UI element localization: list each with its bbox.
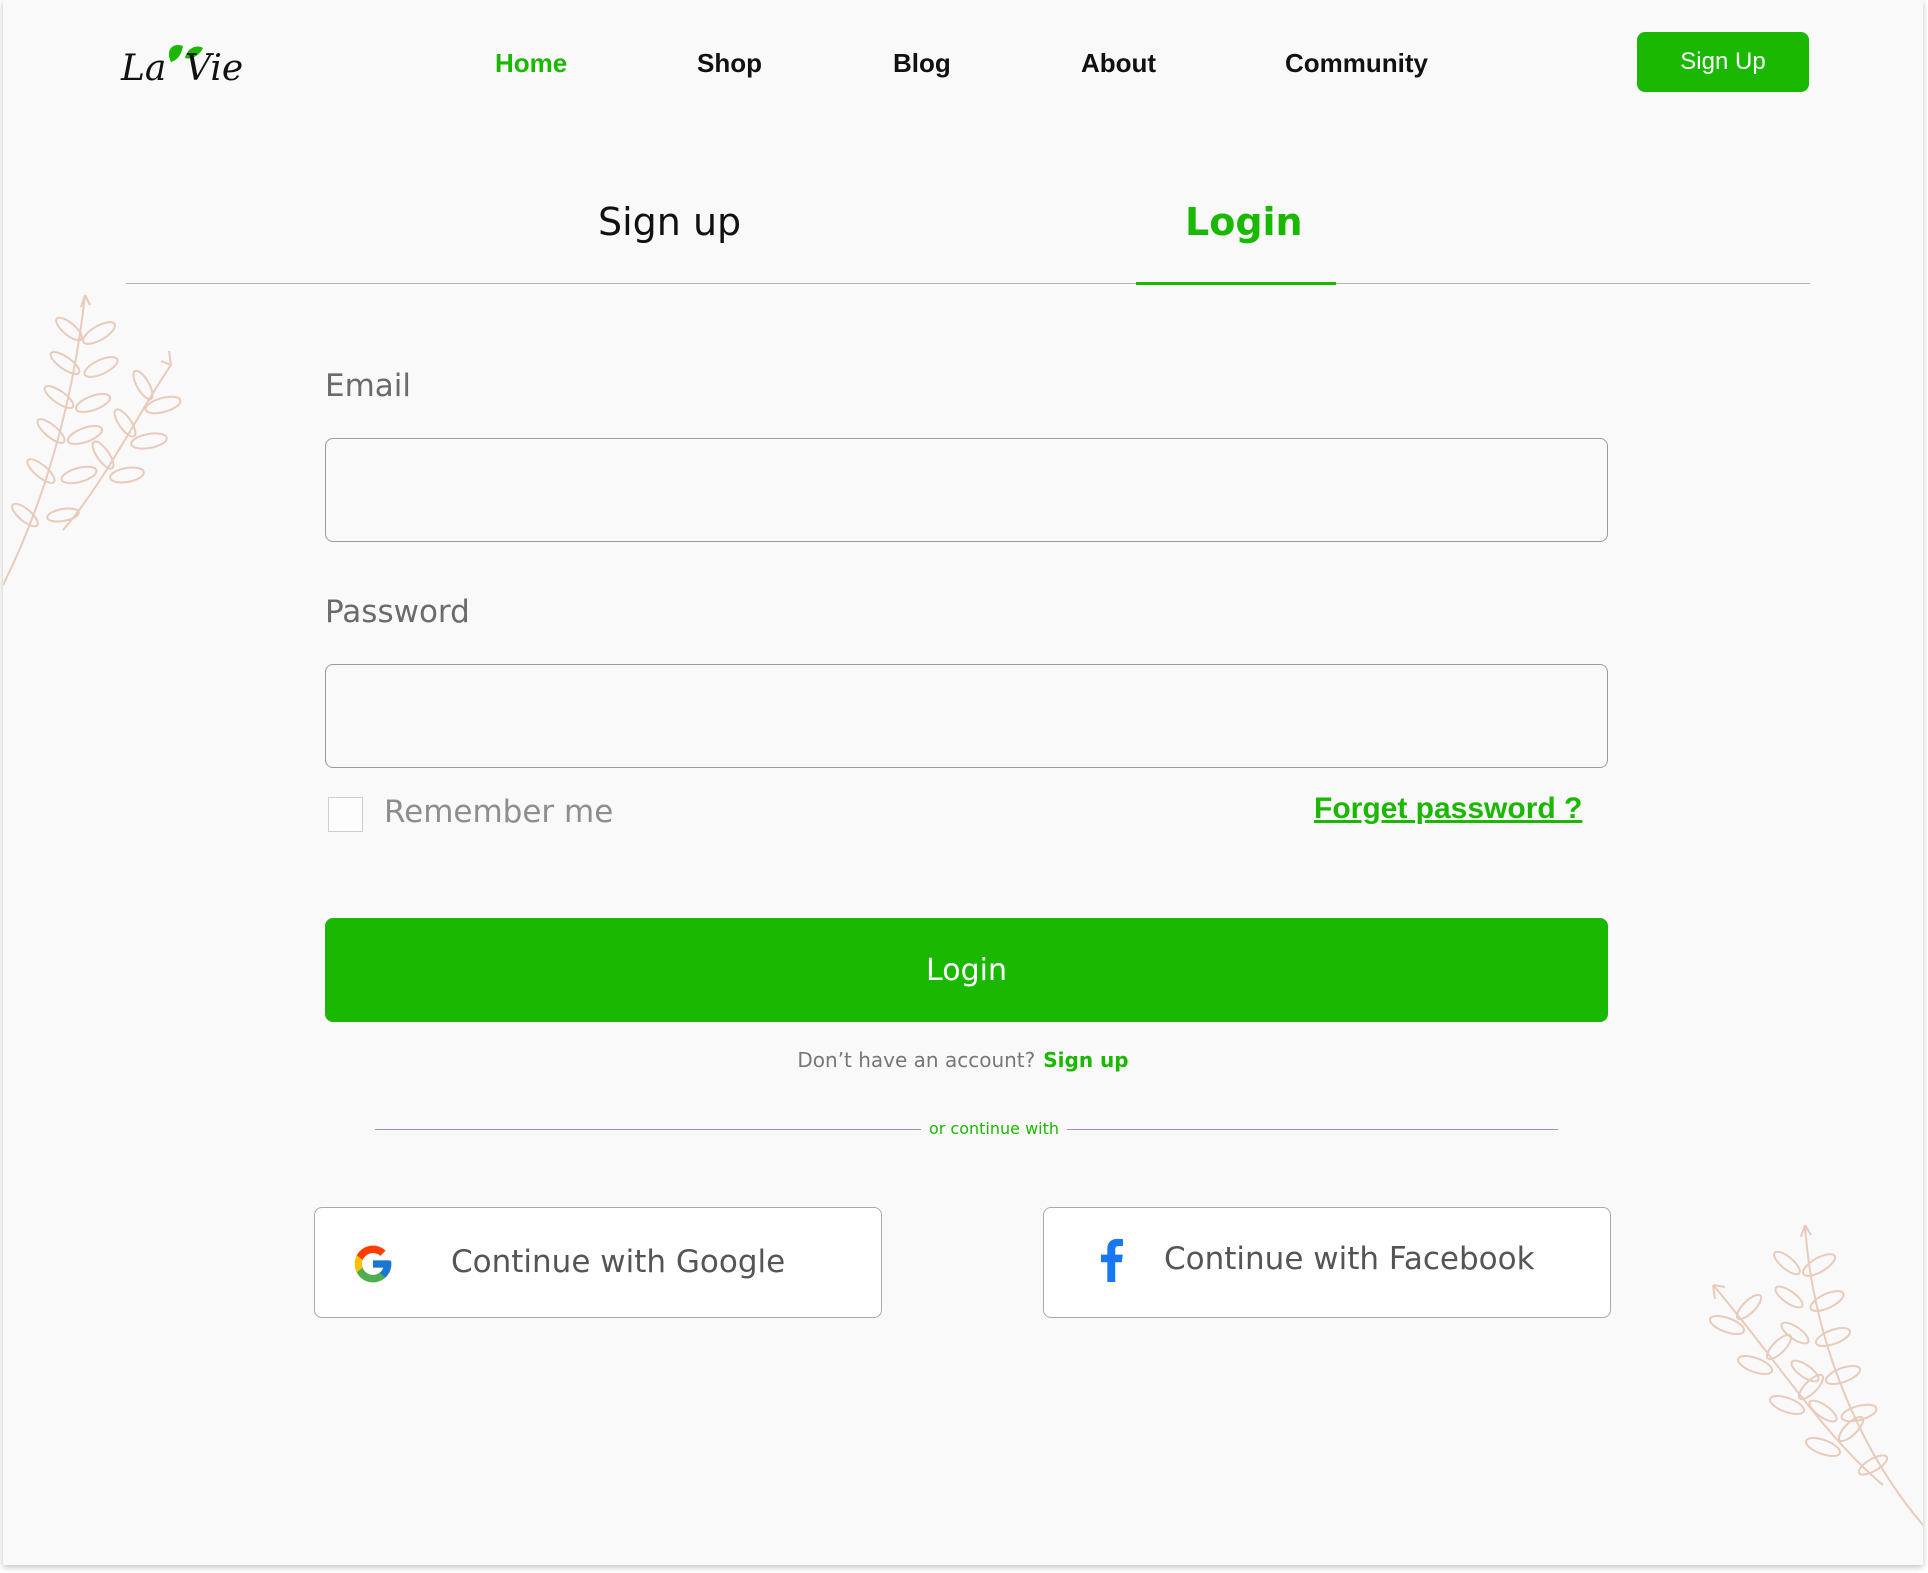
google-login-button[interactable]: Continue with Google [314,1207,882,1318]
main-nav: Home Shop Blog About Community [3,48,1923,80]
decorative-leaf-icon [3,294,182,586]
tab-login[interactable]: Login [1185,200,1303,244]
nav-community[interactable]: Community [1285,48,1428,79]
facebook-login-button[interactable]: Continue with Facebook [1043,1207,1611,1318]
email-label: Email [325,368,412,404]
nav-blog[interactable]: Blog [893,48,951,79]
login-page: La Vie Home Shop Blog About Community Si… [3,0,1923,1565]
header-signup-button[interactable]: Sign Up [1637,32,1809,92]
facebook-button-label: Continue with Facebook [1164,1241,1535,1277]
signup-prompt: Don’t have an account? Sign up [3,1048,1923,1072]
facebook-icon [1101,1238,1123,1282]
signup-link[interactable]: Sign up [1043,1048,1128,1072]
active-tab-indicator [1136,282,1336,285]
forgot-password-link[interactable]: Forget password ? [1314,792,1582,826]
remember-me-label: Remember me [384,794,614,830]
nav-shop[interactable]: Shop [697,48,762,79]
google-button-label: Continue with Google [451,1244,786,1280]
auth-tabs: Sign up Login [126,190,1810,285]
nav-home[interactable]: Home [495,48,567,79]
divider: or continue with [3,1119,1923,1138]
divider-text: or continue with [920,1119,1068,1138]
password-field[interactable] [325,664,1608,768]
no-account-text: Don’t have an account? [797,1048,1036,1072]
nav-about[interactable]: About [1081,48,1156,79]
remember-me-checkbox[interactable] [328,797,363,832]
decorative-leaf-icon [1708,1224,1923,1526]
password-label: Password [325,594,470,630]
login-button[interactable]: Login [325,918,1608,1022]
google-icon [354,1245,392,1283]
tab-signup[interactable]: Sign up [598,200,741,244]
email-field[interactable] [325,438,1608,542]
